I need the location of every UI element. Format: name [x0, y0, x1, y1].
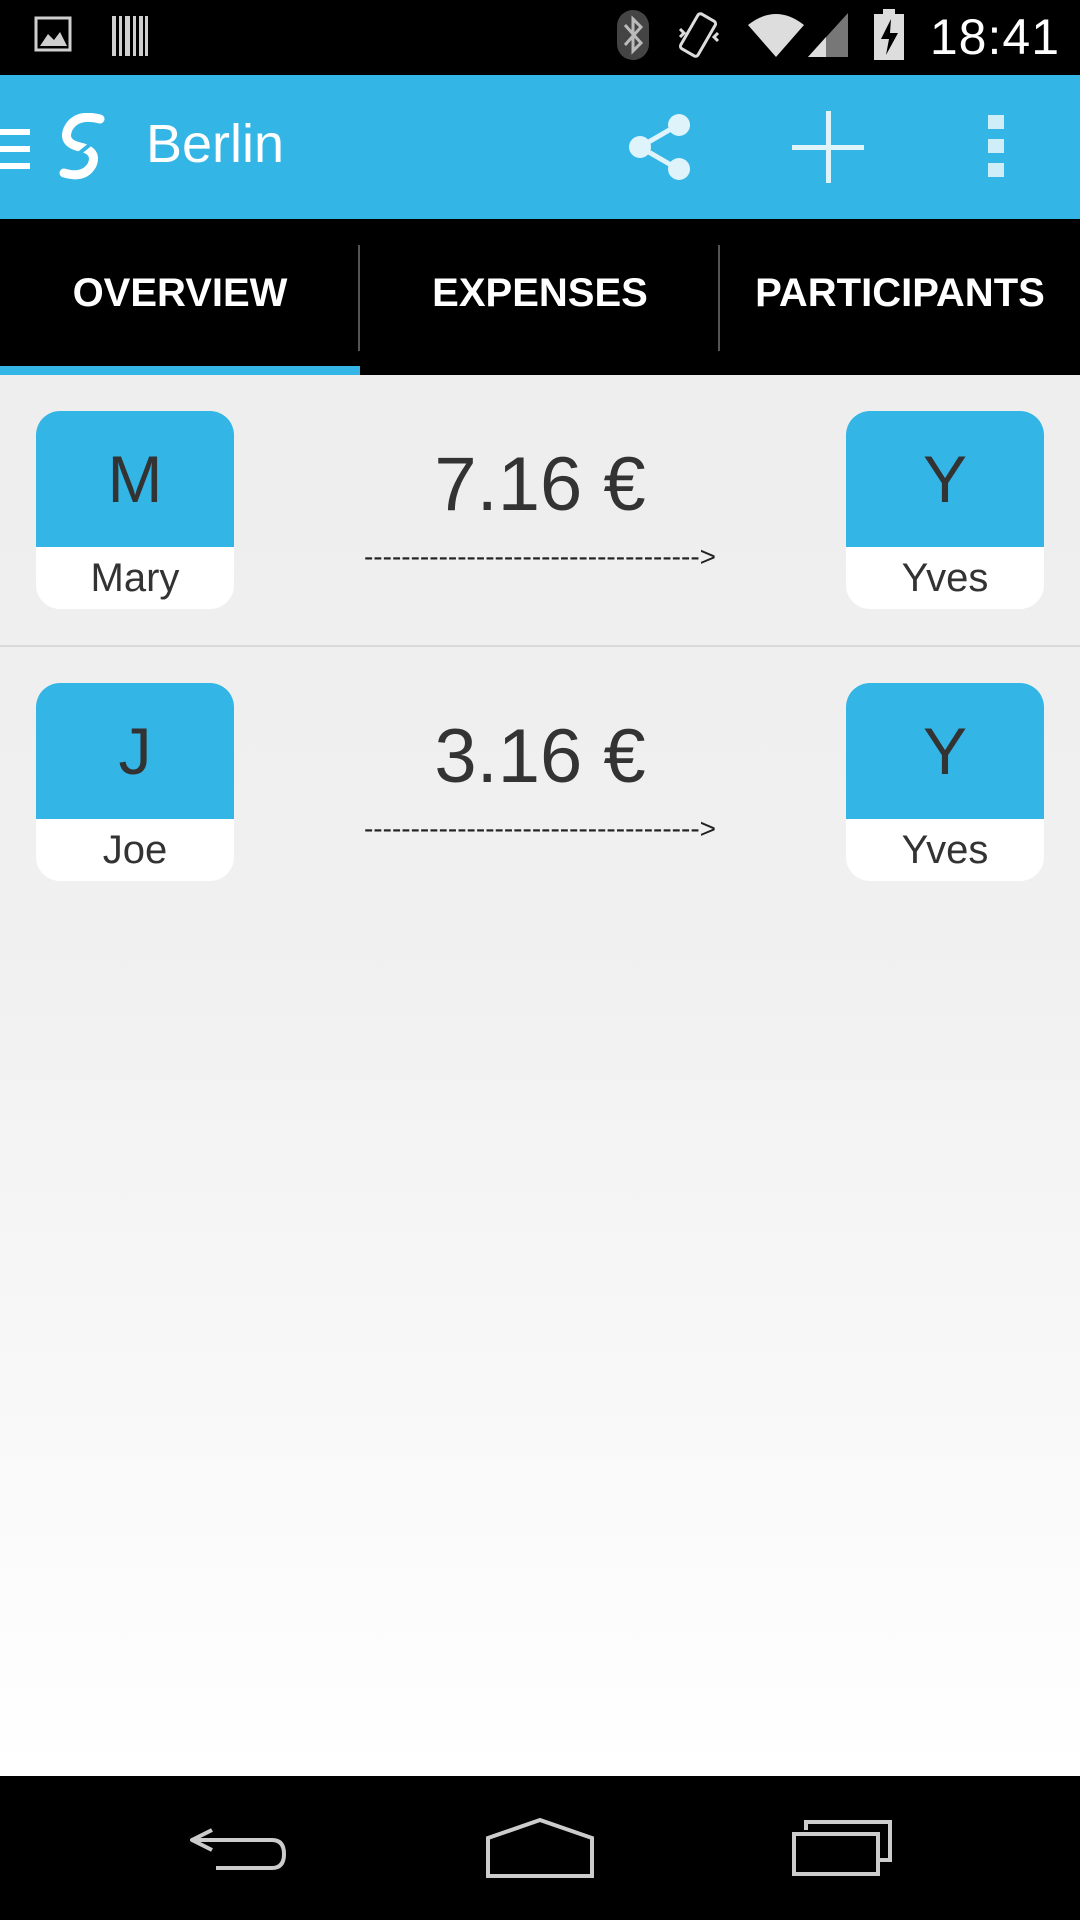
transfer-amount: 7.16 € [434, 442, 646, 527]
payer-name: Mary [90, 555, 180, 600]
system-status-icons: 18:41 [616, 8, 1060, 66]
transfer-row[interactable]: M Mary 7.16 € --------------------------… [0, 375, 1080, 647]
payee-name: Yves [901, 555, 989, 600]
signal-icon [807, 11, 848, 64]
app-logo-icon[interactable] [58, 112, 112, 186]
payee-avatar: Y [846, 411, 1044, 547]
payee-avatar: Y [846, 683, 1044, 819]
tab-overview[interactable]: OVERVIEW [0, 219, 360, 375]
tab-expenses[interactable]: EXPENSES [360, 219, 720, 375]
vibrate-icon [676, 9, 722, 66]
share-icon[interactable] [624, 111, 696, 188]
notification-icons [34, 14, 150, 63]
back-icon[interactable] [186, 1816, 290, 1885]
payee-card[interactable]: Y Yves [846, 411, 1044, 609]
payee-card[interactable]: Y Yves [846, 683, 1044, 881]
overview-content: M Mary 7.16 € --------------------------… [0, 375, 1080, 1776]
tab-participants[interactable]: PARTICIPANTS [720, 219, 1080, 375]
payer-name: Joe [102, 827, 168, 872]
clock: 18:41 [929, 9, 1060, 65]
payer-avatar: J [36, 683, 234, 819]
tab-label: OVERVIEW [72, 270, 288, 315]
tab-bar: OVERVIEW EXPENSES PARTICIPANTS [0, 219, 1080, 375]
navigation-bar [0, 1776, 1080, 1920]
payer-card[interactable]: M Mary [36, 411, 234, 609]
transfer-arrow: ------------------------------------> [363, 541, 717, 572]
overflow-menu-icon[interactable] [988, 115, 1006, 184]
payee-name: Yves [901, 827, 989, 872]
page-title: Berlin [146, 114, 285, 174]
status-bar: 18:41 [0, 0, 1080, 75]
tab-label: EXPENSES [432, 270, 648, 315]
transfer-row[interactable]: J Joe 3.16 € ---------------------------… [0, 647, 1080, 919]
selected-tab-indicator [0, 366, 360, 375]
add-icon[interactable] [792, 111, 864, 188]
recent-apps-icon[interactable] [790, 1816, 894, 1885]
tab-label: PARTICIPANTS [755, 270, 1045, 315]
home-icon[interactable] [484, 1816, 596, 1885]
gallery-notification-icon [34, 14, 74, 63]
transfer-arrow: ------------------------------------> [363, 813, 717, 844]
action-bar: Berlin [0, 75, 1080, 219]
payer-card[interactable]: J Joe [36, 683, 234, 881]
drawer-icon[interactable] [0, 127, 30, 176]
battery-charging-icon [873, 8, 904, 66]
bluetooth-icon [616, 9, 650, 66]
barcode-notification-icon [110, 14, 150, 63]
payer-avatar: M [36, 411, 234, 547]
wifi-icon [747, 11, 804, 64]
transfer-amount: 3.16 € [434, 714, 646, 799]
